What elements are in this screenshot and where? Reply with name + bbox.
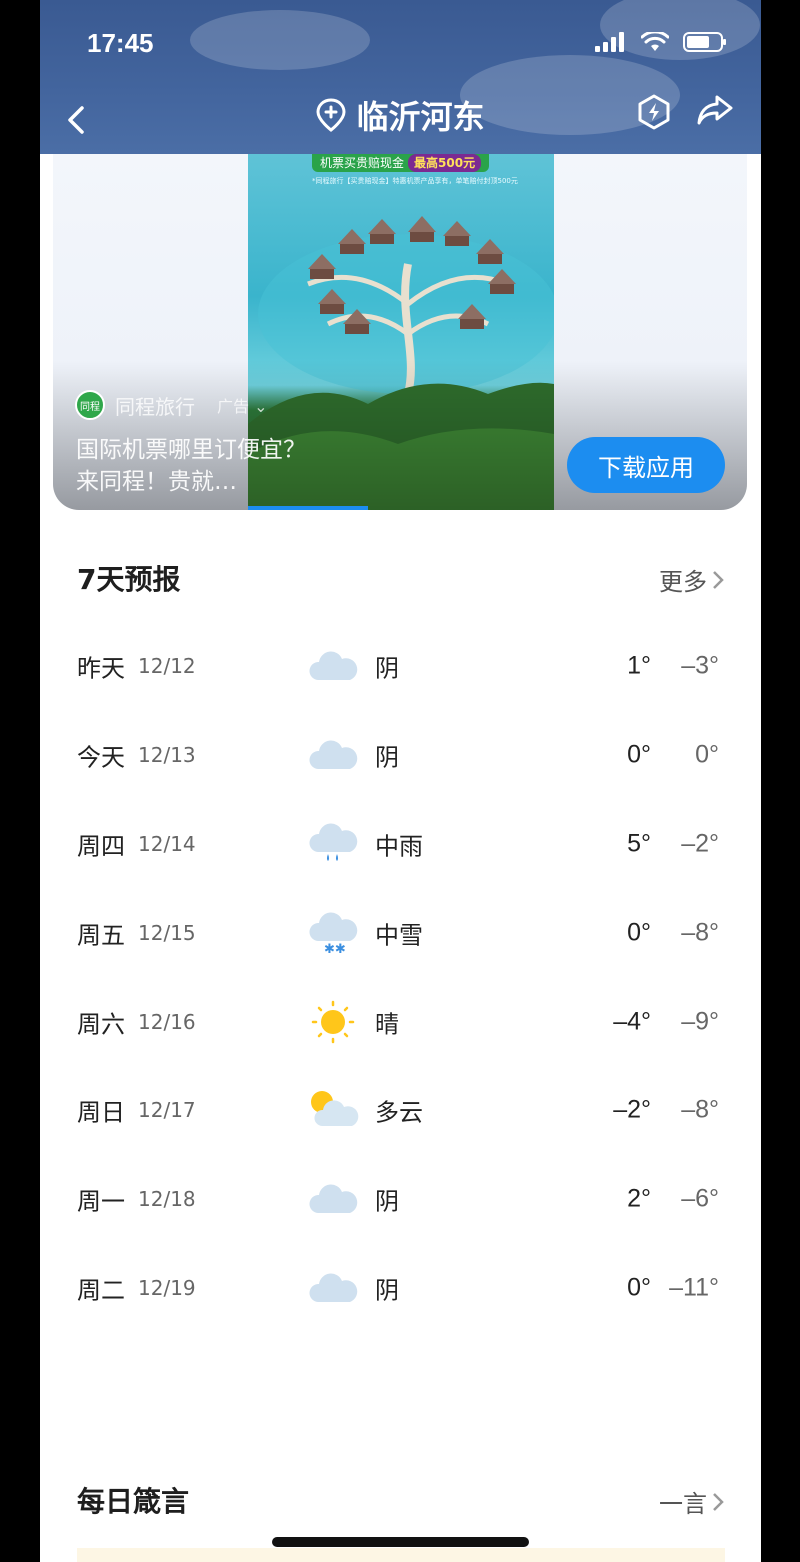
signal-icon xyxy=(595,32,624,52)
sunny-icon xyxy=(311,1000,355,1043)
quote-more-label: 一言 xyxy=(659,1490,707,1518)
nav-actions xyxy=(637,94,733,130)
forecast-row[interactable]: 周六 12/16 晴 –4° –9° xyxy=(40,977,761,1066)
forecast-row[interactable]: 今天 12/13 阴 0° 0° xyxy=(40,711,761,800)
ad-text: 国际机票哪里订便宜？来同程！贵就… xyxy=(76,437,306,495)
date-label: 12/19 xyxy=(138,1275,196,1300)
low-temp: –9° xyxy=(681,1007,719,1036)
ad-card[interactable]: 机票买贵赔现金 最高500元 *同程旅行【买贵赔现金】特惠机票产品享有，单笔赔付… xyxy=(53,154,747,510)
day-label: 周一 xyxy=(77,1187,125,1216)
home-indicator[interactable] xyxy=(272,1537,529,1547)
ad-logo: 同程 xyxy=(75,390,105,420)
forecast-list: 昨天 12/12 阴 1° –3° 今天 12/13 阴 0° 0° 周四 12… xyxy=(40,622,761,1332)
forecast-row[interactable]: 周四 12/14 中雨 5° –2° xyxy=(40,800,761,889)
condition-label: 阴 xyxy=(375,743,399,772)
low-temp: –8° xyxy=(681,918,719,947)
low-temp: –2° xyxy=(681,829,719,858)
condition-label: 多云 xyxy=(375,1098,423,1127)
chevron-right-icon xyxy=(713,570,724,589)
chevron-right-icon xyxy=(713,1492,724,1511)
ad-brand-name: 同程旅行 xyxy=(115,394,195,419)
condition-label: 中雪 xyxy=(375,921,423,950)
battery-icon xyxy=(683,32,726,52)
date-label: 12/18 xyxy=(138,1187,196,1212)
condition-label: 阴 xyxy=(375,1276,399,1305)
snow-icon: ✱✱ xyxy=(309,912,358,955)
day-label: 昨天 xyxy=(77,654,125,683)
day-label: 周日 xyxy=(77,1098,125,1127)
quote-title: 每日箴言 xyxy=(77,1485,190,1518)
ad-tag[interactable]: 广告 ⌄ xyxy=(217,393,268,417)
day-label: 周六 xyxy=(77,1010,125,1039)
day-label: 周二 xyxy=(77,1276,125,1305)
forecast-row[interactable]: 昨天 12/12 阴 1° –3° xyxy=(40,622,761,711)
condition-label: 阴 xyxy=(375,1187,399,1216)
status-icons xyxy=(595,32,727,52)
high-temp: 5° xyxy=(627,829,651,858)
high-temp: 1° xyxy=(627,651,651,680)
ad-brand: 同程 同程旅行 广告 ⌄ xyxy=(75,390,268,420)
date-label: 12/17 xyxy=(138,1098,196,1123)
quote-more-link[interactable]: 一言 xyxy=(659,1484,725,1519)
date-label: 12/15 xyxy=(138,920,196,945)
svg-text:✱✱: ✱✱ xyxy=(324,942,346,955)
weather-screen: 17:45 临沂河东 机票买贵赔现金 最高500元 *同程旅行【买贵赔现金】特惠… xyxy=(40,0,761,1562)
day-label: 周四 xyxy=(77,832,125,861)
location-name: 临沂河东 xyxy=(356,98,485,136)
forecast-row[interactable]: 周一 12/18 阴 2° –6° xyxy=(40,1155,761,1244)
date-label: 12/12 xyxy=(138,654,196,679)
date-label: 12/14 xyxy=(138,831,196,856)
high-temp: –2° xyxy=(613,1095,651,1124)
cloud-decoration xyxy=(190,10,370,70)
condition-label: 中雨 xyxy=(375,832,423,861)
quote-card xyxy=(77,1548,725,1562)
rain-icon xyxy=(309,823,358,861)
cloudy-icon xyxy=(309,740,358,770)
forecast-more-label: 更多 xyxy=(659,568,707,596)
forecast-more-link[interactable]: 更多 xyxy=(659,562,725,597)
partly-cloudy-icon xyxy=(311,1091,359,1127)
date-label: 12/13 xyxy=(138,743,196,768)
high-temp: 0° xyxy=(627,740,651,769)
share-icon[interactable] xyxy=(697,94,733,126)
low-temp: –3° xyxy=(681,651,719,680)
wifi-icon xyxy=(641,32,669,51)
condition-label: 阴 xyxy=(375,654,399,683)
forecast-row[interactable]: 周五 12/15 ✱✱ 中雪 0° –8° xyxy=(40,888,761,977)
header: 17:45 临沂河东 xyxy=(40,0,761,154)
forecast-title: 7天预报 xyxy=(77,563,181,596)
day-label: 周五 xyxy=(77,921,125,950)
ad-progress xyxy=(248,506,368,510)
high-temp: 0° xyxy=(627,1273,651,1302)
high-temp: –4° xyxy=(613,1007,651,1036)
forecast-row[interactable]: 周日 12/17 多云 –2° –8° xyxy=(40,1066,761,1155)
download-app-button[interactable]: 下载应用 xyxy=(567,437,725,493)
day-label: 今天 xyxy=(77,743,125,772)
location-add-icon xyxy=(316,98,346,132)
low-temp: 0° xyxy=(695,740,719,769)
high-temp: 2° xyxy=(627,1184,651,1213)
low-temp: –11° xyxy=(669,1273,719,1302)
ad-tag-label: 广告 xyxy=(217,397,250,416)
cloudy-icon xyxy=(309,1273,358,1302)
forecast-row[interactable]: 周二 12/19 阴 0° –11° xyxy=(40,1244,761,1333)
condition-label: 晴 xyxy=(375,1010,399,1039)
cloudy-icon xyxy=(309,1184,358,1214)
date-label: 12/16 xyxy=(138,1009,196,1034)
status-time: 17:45 xyxy=(87,28,154,58)
low-temp: –6° xyxy=(681,1184,719,1213)
low-temp: –8° xyxy=(681,1095,719,1124)
high-temp: 0° xyxy=(627,918,651,947)
power-saving-icon[interactable] xyxy=(637,94,671,130)
cloudy-icon xyxy=(309,651,358,681)
